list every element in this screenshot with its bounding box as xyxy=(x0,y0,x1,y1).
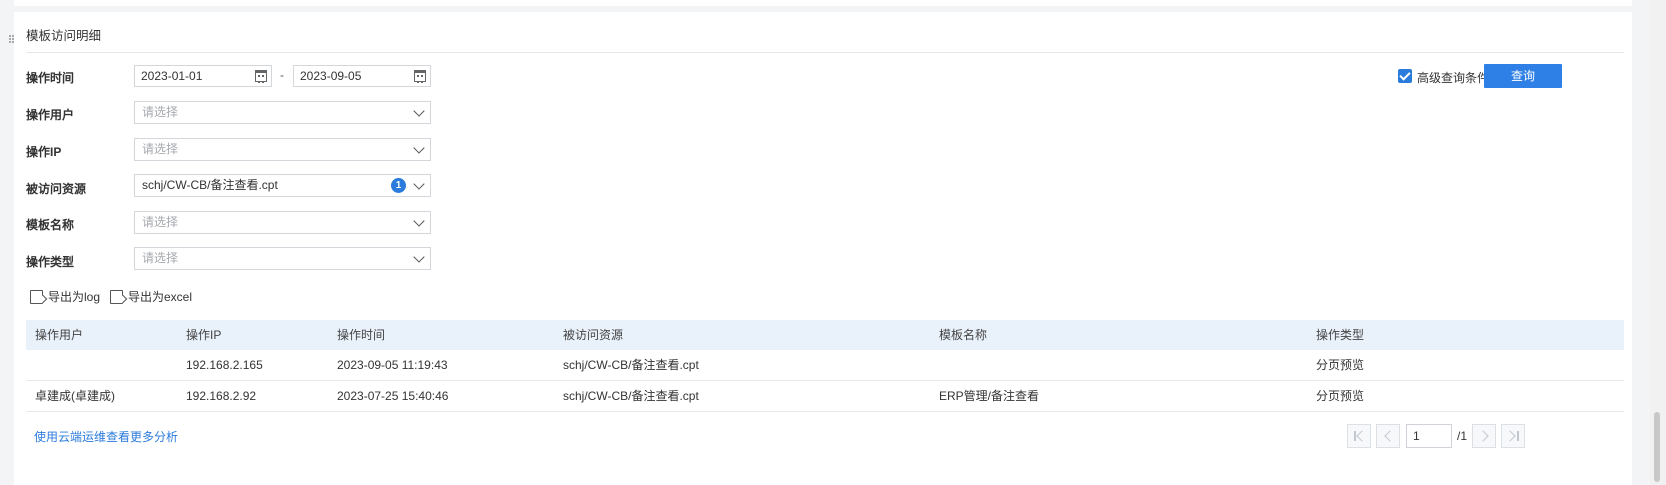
column-header[interactable]: 操作类型 xyxy=(1316,320,1364,350)
table-row[interactable]: 卓建成(卓建成) 192.168.2.92 2023-07-25 15:40:4… xyxy=(26,381,1624,412)
date-to-input[interactable]: 2023-09-05 xyxy=(293,65,431,87)
query-button[interactable]: 查询 xyxy=(1484,64,1562,88)
chevron-right-icon xyxy=(1477,430,1489,442)
table-cell: 分页预览 xyxy=(1316,389,1365,403)
template-name-label: 模板名称 xyxy=(26,218,75,232)
op-type-label: 操作类型 xyxy=(26,255,75,269)
prev-page-button[interactable] xyxy=(1376,424,1400,448)
page-number-input[interactable]: 1 xyxy=(1406,424,1452,448)
resource-label: 被访问资源 xyxy=(26,182,87,196)
op-ip-label: 操作IP xyxy=(26,145,62,159)
column-header[interactable]: 操作IP xyxy=(186,320,221,350)
table-cell: schj/CW-CB/备注查看.cpt xyxy=(563,389,699,403)
export-file-icon xyxy=(110,289,123,304)
export-excel-button[interactable]: 导出为excel xyxy=(110,288,192,305)
template-name-select[interactable]: 请选择 xyxy=(134,211,431,234)
chevron-down-icon[interactable] xyxy=(413,251,425,263)
next-page-button[interactable] xyxy=(1472,424,1496,448)
export-log-button[interactable]: 导出为log xyxy=(30,288,100,305)
table-cell: ERP管理/备注查看 xyxy=(939,389,1040,403)
op-type-select[interactable]: 请选择 xyxy=(134,247,431,270)
selected-count-badge: 1 xyxy=(391,178,406,193)
date-separator: - xyxy=(280,68,284,82)
template-access-panel: 模板访问明细 操作时间 2023-01-01 - 2023-09-05 操作用户… xyxy=(14,12,1632,485)
table-row[interactable]: 192.168.2.165 2023-09-05 11:19:43 schj/C… xyxy=(26,350,1624,381)
export-excel-label: 导出为excel xyxy=(128,290,193,304)
table-header: 操作用户 操作IP 操作时间 被访问资源 模板名称 操作类型 xyxy=(26,320,1624,350)
chevron-down-icon[interactable] xyxy=(413,105,425,117)
panel-title: 模板访问明细 xyxy=(26,29,102,43)
table-cell: 192.168.2.165 xyxy=(186,358,263,372)
op-user-label: 操作用户 xyxy=(26,108,75,122)
calendar-icon[interactable] xyxy=(414,70,426,83)
date-from-input[interactable]: 2023-01-01 xyxy=(134,65,272,87)
column-header[interactable]: 模板名称 xyxy=(939,320,987,350)
calendar-icon[interactable] xyxy=(255,70,267,83)
advanced-query-label: 高级查询条件 xyxy=(1417,71,1490,85)
date-to-value: 2023-09-05 xyxy=(300,69,362,83)
chevron-down-icon[interactable] xyxy=(413,142,425,154)
table-cell: 分页预览 xyxy=(1316,358,1365,372)
table-cell: 2023-07-25 15:40:46 xyxy=(337,389,449,403)
table-cell: 2023-09-05 11:19:43 xyxy=(337,358,448,372)
table-cell: 卓建成(卓建成) xyxy=(35,389,115,403)
last-page-icon xyxy=(1504,430,1516,442)
column-header[interactable]: 被访问资源 xyxy=(563,320,623,350)
top-strip xyxy=(14,0,1632,6)
resource-value: schj/CW-CB/备注查看.cpt xyxy=(142,178,278,192)
date-from-value: 2023-01-01 xyxy=(141,69,203,83)
last-page-icon xyxy=(1517,431,1519,441)
chevron-down-icon[interactable] xyxy=(413,178,425,190)
page-total: /1 xyxy=(1457,429,1468,443)
column-header[interactable]: 操作时间 xyxy=(337,320,385,350)
template-name-placeholder: 请选择 xyxy=(142,215,179,229)
op-ip-placeholder: 请选择 xyxy=(142,142,179,156)
first-page-icon xyxy=(1354,431,1356,441)
op-ip-select[interactable]: 请选择 xyxy=(134,138,431,161)
op-user-select[interactable]: 请选择 xyxy=(134,101,431,124)
column-header[interactable]: 操作用户 xyxy=(35,320,83,350)
scrollbar-thumb[interactable] xyxy=(1654,412,1660,482)
first-page-icon xyxy=(1356,430,1368,442)
table-cell: 192.168.2.92 xyxy=(186,389,257,403)
op-type-placeholder: 请选择 xyxy=(142,251,179,265)
resource-select[interactable]: schj/CW-CB/备注查看.cpt 1 xyxy=(134,174,431,197)
export-log-label: 导出为log xyxy=(48,290,101,304)
op-user-placeholder: 请选择 xyxy=(142,105,179,119)
divider xyxy=(26,52,1624,53)
last-page-button[interactable] xyxy=(1501,424,1525,448)
cloud-ops-link[interactable]: 使用云端运维查看更多分析 xyxy=(34,428,178,445)
chevron-down-icon[interactable] xyxy=(413,215,425,227)
access-detail-table: 操作用户 操作IP 操作时间 被访问资源 模板名称 操作类型 192.168.2… xyxy=(26,320,1624,412)
vertical-scrollbar[interactable] xyxy=(1650,0,1666,485)
chevron-left-icon xyxy=(1384,430,1396,442)
first-page-button[interactable] xyxy=(1347,424,1371,448)
op-time-label: 操作时间 xyxy=(26,71,75,85)
export-file-icon xyxy=(30,289,43,304)
table-cell: schj/CW-CB/备注查看.cpt xyxy=(563,358,699,372)
advanced-query-checkbox[interactable] xyxy=(1398,69,1412,83)
